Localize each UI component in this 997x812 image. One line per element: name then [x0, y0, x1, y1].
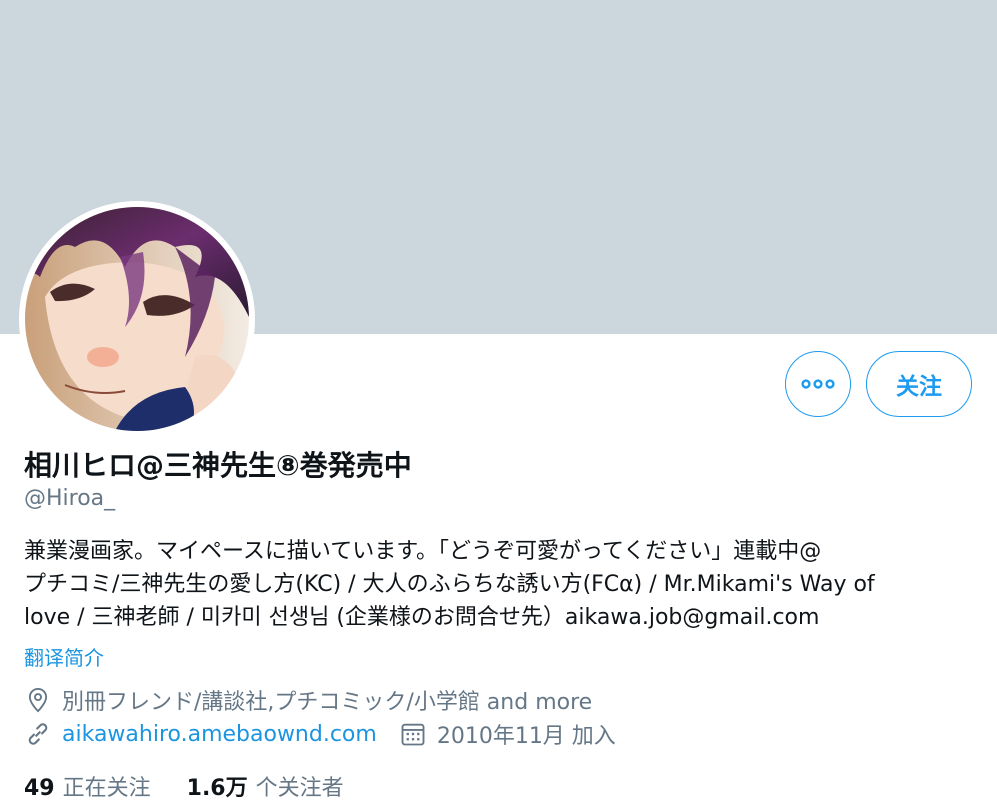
user-handle: @Hiroa_ [24, 486, 116, 511]
profile-bio: 兼業漫画家。マイペースに描いています。「どうぞ可愛がってください」連載中@ プチ… [24, 535, 974, 634]
profile-stats: 49 正在关注 1.6万 个关注者 [24, 770, 344, 802]
bio-line: love / 三神老師 / 미카미 선생님 (企業様のお問合せ先）aikawa.… [24, 605, 820, 630]
more-dots-icon [801, 379, 835, 389]
joined-date: 2010年11月 加入 [436, 724, 616, 749]
followers-label: 个关注者 [255, 776, 344, 801]
following-stat[interactable]: 49 正在关注 [24, 770, 151, 802]
follow-button[interactable]: 关注 [866, 351, 972, 417]
display-name: 相川ヒロ@三神先生⑧巻発売中 [24, 449, 412, 482]
followers-stat[interactable]: 1.6万 个关注者 [187, 770, 344, 802]
calendar-icon [401, 723, 425, 746]
profile-meta-row: aikawahiro.amebaownd.com 2010年11月 加入 [24, 718, 616, 750]
location-text: 別冊フレンド/講談社,プチコミック/小学館 and more [62, 690, 593, 715]
avatar-image [25, 207, 249, 431]
more-options-button[interactable] [785, 351, 851, 417]
following-label: 正在关注 [62, 776, 151, 801]
bio-line: 兼業漫画家。マイペースに描いています。「どうぞ可愛がってください」連載中@ [24, 539, 822, 564]
translate-bio-link[interactable]: 翻译简介 [24, 642, 104, 671]
location-pin-icon [28, 687, 48, 713]
avatar[interactable] [19, 201, 255, 437]
link-icon [28, 723, 48, 745]
profile-location: 別冊フレンド/講談社,プチコミック/小学館 and more [24, 684, 592, 716]
following-count: 49 [24, 776, 55, 801]
followers-count: 1.6万 [186, 776, 248, 801]
bio-line: プチコミ/三神先生の愛し方(KC) / 大人のふらちな誘い方(FCα) / Mr… [24, 572, 875, 597]
profile-url-link[interactable]: aikawahiro.amebaownd.com [62, 722, 377, 747]
